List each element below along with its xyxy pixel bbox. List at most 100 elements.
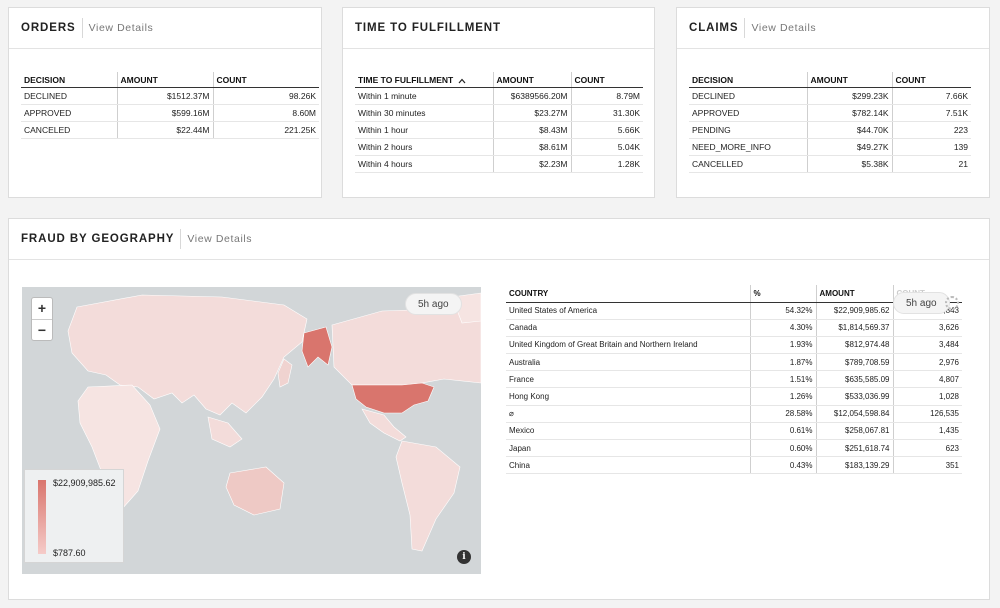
table-row[interactable]: APPROVED $782.14K 7.51K	[689, 104, 971, 122]
table-cell: Within 1 hour	[355, 121, 493, 139]
table-cell: 98.26K	[212, 87, 319, 105]
table-cell: 0.43%	[749, 456, 816, 475]
table-row[interactable]: Within 1 minute $6389566.20M 8.79M	[355, 87, 643, 105]
table-cell: 7.66K	[891, 87, 971, 105]
column-header[interactable]: AMOUNT	[492, 72, 571, 88]
table-cell: $49.27K	[806, 138, 892, 156]
table-row[interactable]: Within 30 minutes $23.27M 31.30K	[355, 104, 643, 122]
table-cell: 623	[892, 439, 962, 458]
column-header[interactable]: DECISION	[21, 72, 117, 88]
table-row[interactable]: France 1.51% $635,585.09 4,807	[506, 370, 962, 389]
table-row[interactable]: Hong Kong 1.26% $533,036.99 1,028	[506, 387, 962, 406]
table-cell: 1,028	[892, 387, 962, 406]
table-cell: 21	[891, 155, 971, 173]
table-row[interactable]: Within 1 hour $8.43M 5.66K	[355, 121, 643, 139]
table-cell: Within 30 minutes	[355, 104, 493, 122]
table-cell: 1.51%	[749, 370, 816, 389]
fraud-view-details-link[interactable]: View Details	[180, 229, 252, 249]
table-cell: Within 1 minute	[355, 87, 493, 105]
map-legend: $22,909,985.62 $787.60	[24, 469, 124, 563]
table-cell: 8.79M	[570, 87, 643, 105]
table-cell: 8.60M	[212, 104, 319, 122]
orders-view-details-link[interactable]: View Details	[81, 18, 154, 38]
table-cell: DECLINED	[21, 87, 117, 105]
table-cell: CANCELED	[21, 121, 117, 139]
table-cell: 1.26%	[749, 387, 816, 406]
table-row[interactable]: ⌀ 28.58% $12,054,598.84 126,535	[506, 405, 962, 423]
column-header[interactable]: AMOUNT	[116, 72, 213, 88]
table-cell: $23.27M	[492, 104, 571, 122]
column-header[interactable]: COUNT	[570, 72, 643, 88]
table-cell: 139	[891, 138, 971, 156]
table-cell: 7.51K	[891, 104, 971, 122]
table-row[interactable]: Within 2 hours $8.61M 5.04K	[355, 138, 643, 156]
column-header[interactable]: DECISION	[689, 72, 807, 88]
table-cell: $599.16M	[116, 104, 213, 122]
table-cell: 1.93%	[749, 336, 816, 355]
map-region-usa	[351, 382, 435, 414]
claims-header: CLAIMS View Details	[677, 8, 989, 49]
column-header[interactable]: AMOUNT	[815, 285, 893, 303]
table-cell: $44.70K	[806, 121, 892, 139]
table-cell: Australia	[506, 353, 750, 372]
table-cell: Canada	[506, 319, 750, 337]
table-row[interactable]: DECLINED $299.23K 7.66K	[689, 87, 971, 105]
fraud-map[interactable]: + − 5h ago $22,909,985.62 $787.60 i	[22, 287, 481, 574]
table-cell: $812,974.48	[815, 336, 893, 355]
fraud-header: FRAUD BY GEOGRAPHY View Details	[9, 219, 989, 260]
table-row[interactable]: China 0.43% $183,139.29 351	[506, 456, 962, 475]
table-cell: PENDING	[689, 121, 807, 139]
table-cell: $635,585.09	[815, 370, 893, 389]
table-row[interactable]: United Kingdom of Great Britain and Nort…	[506, 336, 962, 355]
table-cell: APPROVED	[689, 104, 807, 122]
table-cell: Japan	[506, 439, 750, 458]
table-cell: $782.14K	[806, 104, 892, 122]
table-row[interactable]: NEED_MORE_INFO $49.27K 139	[689, 138, 971, 156]
table-cell: 31.30K	[570, 104, 643, 122]
column-header[interactable]: AMOUNT	[806, 72, 892, 88]
chevron-up-icon	[458, 78, 466, 84]
table-cell: 223	[891, 121, 971, 139]
table-cell: 54.32%	[749, 302, 816, 320]
table-cell: $22,909,985.62	[815, 302, 893, 320]
table-cell: 5.66K	[570, 121, 643, 139]
column-header[interactable]: %	[749, 285, 816, 303]
table-row[interactable]: Canada 4.30% $1,814,569.37 3,626	[506, 319, 962, 337]
zoom-in-button[interactable]: +	[32, 298, 52, 320]
fulfillment-title: TIME TO FULFILLMENT	[355, 22, 501, 34]
column-header[interactable]: COUNT	[891, 72, 971, 88]
column-header[interactable]: COUNTRY	[506, 285, 750, 303]
zoom-out-button[interactable]: −	[32, 320, 52, 341]
table-cell: Hong Kong	[506, 387, 750, 406]
table-cell: China	[506, 456, 750, 475]
table-row[interactable]: CANCELLED $5.38K 21	[689, 155, 971, 173]
map-region-alaska	[301, 326, 333, 368]
table-cell: 3,484	[892, 336, 962, 355]
table-cell: DECLINED	[689, 87, 807, 105]
table-row[interactable]: Australia 1.87% $789,708.59 2,976	[506, 353, 962, 372]
table-row[interactable]: Within 4 hours $2.23M 1.28K	[355, 155, 643, 173]
table-cell: $22.44M	[116, 121, 213, 139]
table-cell: $1,814,569.37	[815, 319, 893, 337]
table-cell: $6389566.20M	[492, 87, 571, 105]
claims-card: CLAIMS View Details DECISION AMOUNT COUN…	[676, 7, 990, 198]
table-row[interactable]: Mexico 0.61% $258,067.81 1,435	[506, 422, 962, 441]
map-region-australia	[225, 466, 285, 516]
table-cell: 0.61%	[749, 422, 816, 441]
map-region-mexico	[361, 408, 407, 442]
table-row[interactable]: PENDING $44.70K 223	[689, 121, 971, 139]
info-icon[interactable]: i	[457, 550, 471, 564]
loading-spinner-icon	[945, 296, 959, 310]
table-row[interactable]: Japan 0.60% $251,618.74 623	[506, 439, 962, 458]
column-header-sorted[interactable]: TIME TO FULFILLMENT	[355, 72, 493, 88]
table-row[interactable]: APPROVED $599.16M 8.60M	[21, 104, 319, 122]
table-cell: $12,054,598.84	[815, 405, 893, 423]
table-row[interactable]: DECLINED $1512.37M 98.26K	[21, 87, 319, 105]
table-row[interactable]: CANCELED $22.44M 221.25K	[21, 121, 319, 139]
table-cell: $258,067.81	[815, 422, 893, 441]
table-cell: 221.25K	[212, 121, 319, 139]
table-cell: United States of America	[506, 302, 750, 320]
table-cell: 5.04K	[570, 138, 643, 156]
column-header[interactable]: COUNT	[212, 72, 319, 88]
claims-view-details-link[interactable]: View Details	[744, 18, 816, 38]
